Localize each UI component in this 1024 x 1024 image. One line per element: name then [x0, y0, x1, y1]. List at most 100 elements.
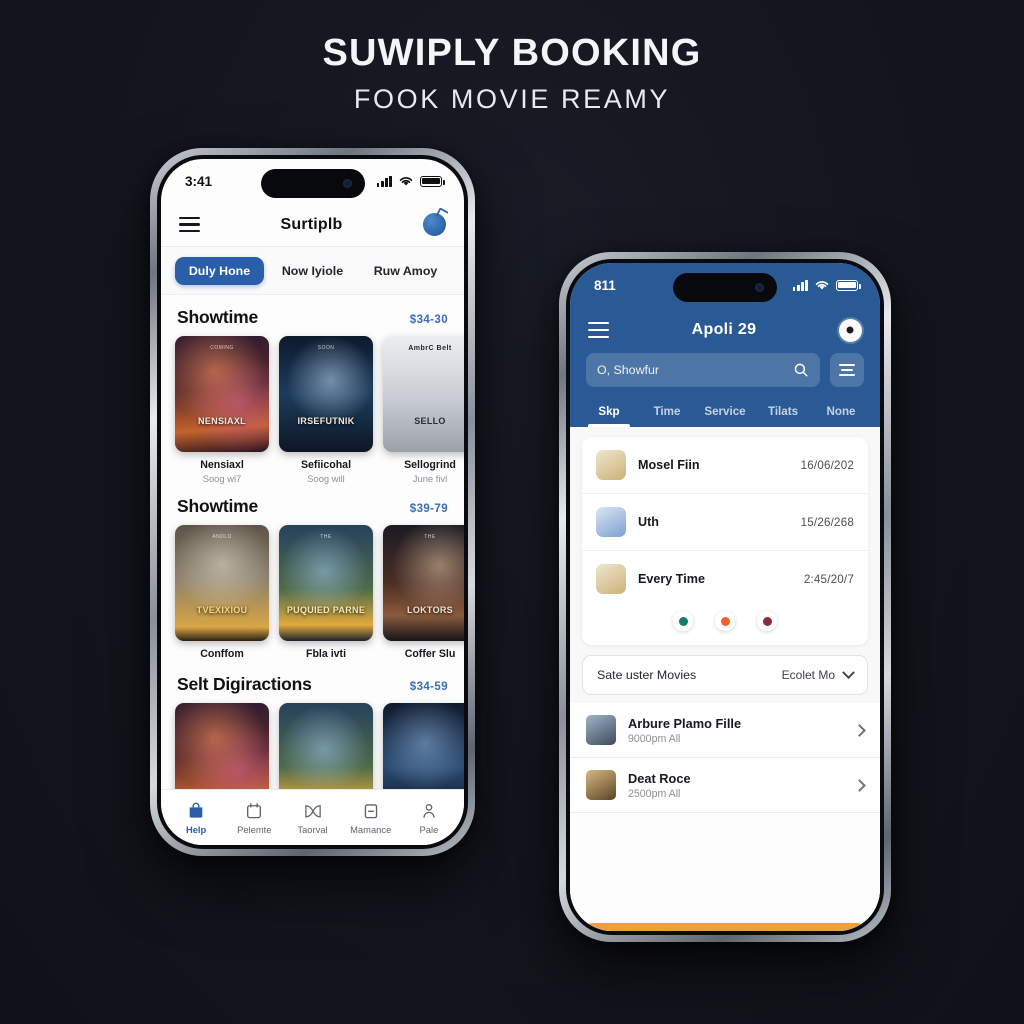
movie-card[interactable]	[383, 703, 464, 789]
phone-bezel: 3:41 Surtiplb Duly Hone Now Iyiole Ruw A…	[157, 155, 468, 849]
movie-poster[interactable]	[383, 703, 464, 789]
item-name: Mosel Fiin	[638, 458, 700, 472]
dynamic-island	[260, 169, 365, 198]
battery-icon	[420, 175, 445, 187]
nav-item-pelemte[interactable]: Pelemte	[225, 801, 283, 835]
movie-card[interactable]: ANDLD TVEXIXIOU Conffom	[175, 525, 269, 662]
list-item[interactable]: Mosel Fiin 16/06/202	[582, 437, 868, 493]
poster-title-text: IRSEFUTNIK	[297, 415, 355, 426]
list-item[interactable]: Every Time 2:45/20/7	[582, 550, 868, 607]
poster-top-text: ANDLD	[212, 534, 232, 541]
movie-card[interactable]: AmbrC Belt SELLO Sellogrind June fivl	[383, 336, 464, 484]
nav-item-mamance[interactable]: Mamance	[342, 801, 400, 835]
item-title: Arbure Plamo Fille	[628, 715, 742, 731]
movie-name: Sellogrind	[404, 459, 456, 471]
filter-icon[interactable]	[830, 353, 864, 387]
dynamic-island	[673, 273, 777, 302]
tab-duly-hone[interactable]: Duly Hone	[175, 257, 264, 285]
tab-ruw-amoy[interactable]: Ruw Amoy	[361, 257, 450, 285]
poster-title-text: NENSIAXL	[198, 415, 246, 426]
tab-skp[interactable]: Skp	[580, 399, 638, 427]
calendar-icon	[247, 802, 262, 818]
tab-time[interactable]: Time	[638, 399, 696, 427]
poster-title-text: LOKTORS	[407, 604, 453, 615]
page-title: Apoli 29	[691, 321, 757, 338]
section-price: $34-30	[409, 314, 448, 326]
movie-poster[interactable]: THE PUQUIED PARNE	[279, 525, 373, 641]
movie-card[interactable]	[175, 703, 269, 789]
chevron-down-icon[interactable]	[842, 665, 855, 679]
section-header: Showtime $39-79	[175, 484, 450, 525]
movie-poster[interactable]: COMING NENSIAXL	[175, 336, 269, 452]
movie-card[interactable]	[279, 703, 373, 789]
search-icon[interactable]	[793, 362, 809, 378]
tab-tilats[interactable]: Tilats	[754, 399, 812, 427]
item-thumbnail	[596, 507, 626, 537]
banner: SUWIPLY BOOKING FOOK MOVIE REAMY	[0, 32, 1024, 115]
dropdown-value: Ecolet Mo	[781, 668, 835, 682]
status-dot-orange[interactable]	[715, 611, 735, 631]
list-item[interactable]: Uth 15/26/268	[582, 493, 868, 550]
movies-dropdown[interactable]: Sate uster Movies Ecolet Mo	[582, 655, 868, 695]
tab-service[interactable]: Service	[696, 399, 754, 427]
sun-icon[interactable]	[838, 318, 862, 342]
movie-poster[interactable]: ANDLD TVEXIXIOU	[175, 525, 269, 641]
movie-card[interactable]: THE PUQUIED PARNE Fbla ivti	[279, 525, 373, 662]
showtime-rows: Arbure Plamo Fille 9000pm All Deat Roce …	[570, 703, 880, 813]
poster-canvas: SUWIPLY BOOKING FOOK MOVIE REAMY 3:41 Su…	[0, 0, 1024, 1024]
ticket-icon	[364, 803, 377, 818]
movie-poster[interactable]: AmbrC Belt SELLO	[383, 336, 464, 452]
item-thumbnail	[586, 715, 616, 745]
hamburger-menu-icon[interactable]	[179, 216, 200, 233]
tab-none[interactable]: None	[812, 399, 870, 427]
search-input[interactable]: O, Showfur	[586, 353, 820, 387]
status-dot-teal[interactable]	[673, 611, 693, 631]
movie-name: Coffer Slu	[404, 648, 456, 660]
movie-card[interactable]: SOON IRSEFUTNIK Sefiicohal Soog will	[279, 336, 373, 484]
nav-item-taorval[interactable]: Taorval	[283, 801, 341, 835]
content-spacer	[570, 813, 880, 923]
section-title: Showtime	[177, 307, 259, 327]
movie-list-card: Mosel Fiin 16/06/202 Uth 15/26/268 Every…	[582, 437, 868, 645]
poster-title-text: PUQUIED PARNE	[286, 604, 366, 615]
item-thumbnail	[596, 564, 626, 594]
cta-area: Can On ly lidelon	[570, 923, 880, 931]
status-time: 811	[594, 277, 616, 293]
phone2-tab-bar: Skp Time Service Tilats None	[570, 399, 880, 427]
status-dot-maroon[interactable]	[757, 611, 777, 631]
phone1-header: Surtiplb	[161, 203, 464, 247]
movie-subtitle: Soog wl7	[202, 473, 242, 484]
nav-label: Taorval	[297, 823, 328, 835]
confirm-button[interactable]: Can On ly lidelon	[584, 923, 866, 931]
hamburger-menu-icon[interactable]	[588, 322, 609, 338]
movie-row-2: ANDLD TVEXIXIOU Conffom THE PUQUIED PARN…	[175, 525, 464, 662]
section-header: Showtime $34-30	[175, 295, 450, 336]
nav-label: Help	[185, 823, 207, 835]
movie-poster[interactable]: THE LOKTORS	[383, 525, 464, 641]
movie-card[interactable]: THE LOKTORS Coffer Slu	[383, 525, 464, 662]
person-icon	[423, 803, 435, 818]
cellular-bars-icon	[376, 175, 392, 187]
phone2-content: Mosel Fiin 16/06/202 Uth 15/26/268 Every…	[570, 427, 880, 931]
movie-card[interactable]: COMING NENSIAXL Nensiaxl Soog wl7	[175, 336, 269, 484]
phone1-screen: 3:41 Surtiplb Duly Hone Now Iyiole Ruw A…	[161, 159, 464, 845]
list-item[interactable]: Arbure Plamo Fille 9000pm All	[570, 703, 880, 758]
list-item[interactable]: Deat Roce 2500pm All	[570, 758, 880, 813]
tab-now-iyiole[interactable]: Now Iyiole	[268, 257, 357, 285]
movie-poster[interactable]	[175, 703, 269, 789]
nav-item-help[interactable]: Help	[167, 801, 225, 835]
item-text: Arbure Plamo Fille 9000pm All	[628, 716, 843, 745]
chevron-right-icon[interactable]	[853, 723, 866, 737]
movie-poster[interactable]	[279, 703, 373, 789]
wifi-icon	[399, 177, 413, 186]
section-title: Selt Digiractions	[177, 674, 312, 694]
battery-icon	[836, 279, 861, 291]
banner-title: SUWIPLY BOOKING	[322, 32, 702, 74]
chevron-right-icon[interactable]	[853, 778, 866, 792]
phone1-content: Showtime $34-30 COMING NENSIAXL Nensiaxl…	[161, 295, 464, 789]
avatar-icon[interactable]	[422, 213, 446, 236]
nav-item-pale[interactable]: Pale	[400, 801, 458, 835]
item-thumbnail	[586, 770, 616, 800]
bag-icon	[189, 802, 203, 818]
movie-poster[interactable]: SOON IRSEFUTNIK	[279, 336, 373, 452]
